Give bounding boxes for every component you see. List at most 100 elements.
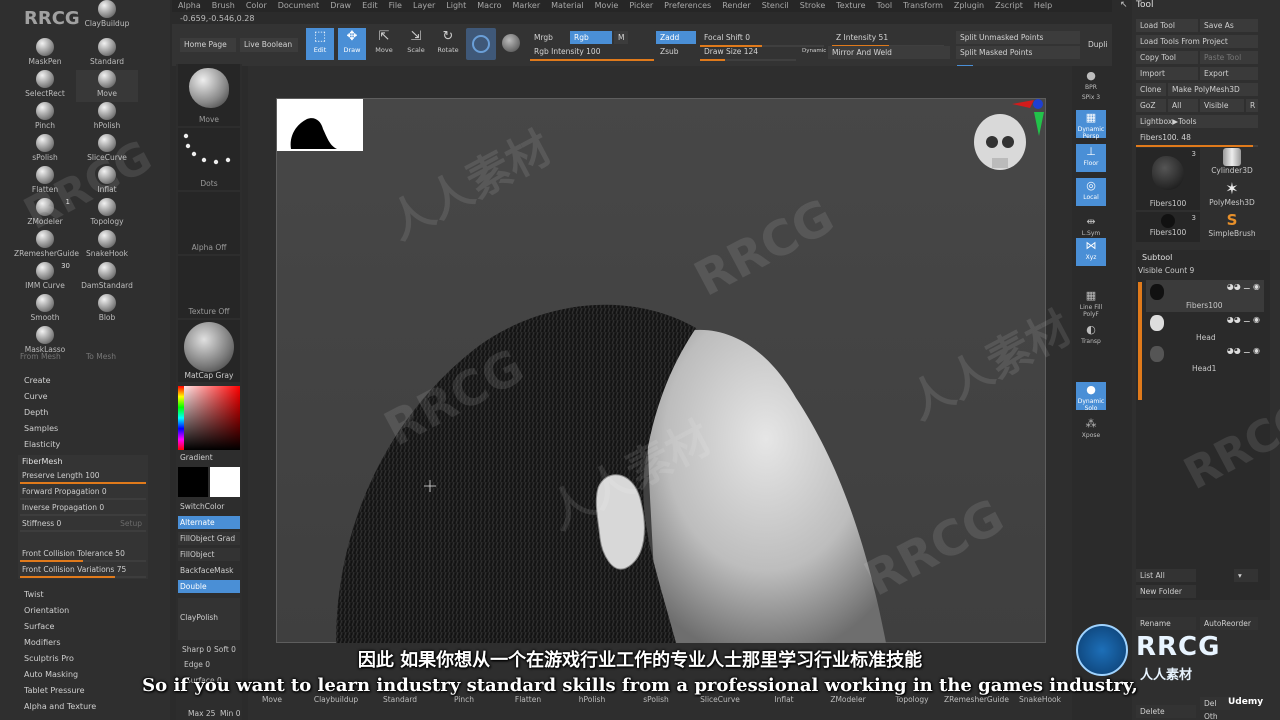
home-page-button[interactable]: Home Page xyxy=(180,38,236,52)
export-button[interactable]: Export xyxy=(1200,67,1258,80)
secondary-color-swatch[interactable] xyxy=(210,467,240,497)
save-as-button[interactable]: Save As xyxy=(1200,19,1258,32)
fibermesh-slider[interactable]: Front Collision Variations 75 xyxy=(18,563,148,579)
goz-button[interactable]: GoZ xyxy=(1136,99,1166,112)
subtool-item-head1[interactable]: ◕◕ ⚊ ◉ Head1 xyxy=(1146,344,1264,374)
load-tool-button[interactable]: Load Tool xyxy=(1136,19,1198,32)
brush-blob[interactable]: Blob xyxy=(76,294,138,326)
menu-item[interactable]: Render xyxy=(716,0,755,12)
switch-color-button[interactable]: SwitchColor xyxy=(178,500,240,513)
rgb-button[interactable]: Rgb xyxy=(570,31,612,44)
tool-thumb-simplebrush[interactable]: S SimpleBrush xyxy=(1204,212,1260,242)
orientation-gizmo[interactable] xyxy=(968,98,1046,178)
draw-button[interactable]: ✥ Draw xyxy=(338,28,366,60)
brush-damstandard[interactable]: DamStandard xyxy=(76,262,138,294)
subtool-item-head[interactable]: ◕◕ ⚊ ◉ Head xyxy=(1146,313,1264,343)
setup-button[interactable]: Setup xyxy=(120,517,142,531)
tool-section-twist[interactable]: Twist xyxy=(18,587,148,603)
import-button[interactable]: Import xyxy=(1136,67,1198,80)
brush-claybuildup[interactable]: ClayBuildup xyxy=(76,0,138,32)
nav-button-line-fill-polyf[interactable]: ▦ Line Fill PolyF xyxy=(1076,288,1106,318)
nav-button-transp[interactable]: ◐ Transp xyxy=(1076,322,1106,350)
menu-item[interactable]: Material xyxy=(545,0,589,12)
r-button[interactable]: R xyxy=(1246,99,1258,112)
fiber-section-elasticity[interactable]: Elasticity xyxy=(18,437,148,453)
brush-maskpen[interactable]: MaskPen xyxy=(14,38,76,70)
nav-button-local[interactable]: ◎ Local xyxy=(1076,178,1106,206)
visible-button[interactable]: Visible xyxy=(1200,99,1244,112)
menu-item[interactable]: Tool xyxy=(871,0,898,12)
menu-item[interactable]: Edit xyxy=(356,0,383,12)
visibility-eye-icon[interactable]: ◕◕ ⚊ ◉ xyxy=(1227,346,1260,355)
dupli-button[interactable]: Dupli xyxy=(1084,38,1112,51)
menu-item[interactable]: Stencil xyxy=(756,0,794,12)
m-button[interactable]: M xyxy=(614,31,628,44)
fibermesh-slider[interactable]: Forward Propagation 0 xyxy=(18,485,148,501)
nav-button-spix-3[interactable]: SPix 3 xyxy=(1076,94,1106,108)
menu-item[interactable]: Light xyxy=(440,0,471,12)
brush-spolish[interactable]: sPolish xyxy=(14,134,76,166)
menu-item[interactable]: Brush xyxy=(206,0,240,12)
menu-item[interactable]: Zscript xyxy=(989,0,1028,12)
mrgb-button[interactable]: Mrgb xyxy=(530,31,566,44)
brush-hpolish[interactable]: hPolish xyxy=(76,102,138,134)
double-button[interactable]: Double xyxy=(178,580,240,593)
nav-button-xpose[interactable]: ⁂ Xpose xyxy=(1076,416,1106,444)
material-thumbnail[interactable]: MatCap Gray xyxy=(178,320,240,382)
visibility-eye-icon[interactable]: ◕◕ ⚊ ◉ xyxy=(1227,315,1260,324)
tool-section-surface[interactable]: Surface xyxy=(18,619,148,635)
edit-button[interactable]: ⬚ Edit xyxy=(306,28,334,60)
draw-size-slider[interactable]: Draw Size 124 xyxy=(700,45,796,61)
paste-tool-button[interactable]: Paste Tool xyxy=(1200,51,1258,64)
load-from-project-button[interactable]: Load Tools From Project xyxy=(1136,35,1258,48)
subtool-item-fibers[interactable]: ◕◕ ⚊ ◉ Fibers100 xyxy=(1146,280,1264,312)
tool-thumb-cylinder[interactable]: Cylinder3D xyxy=(1204,148,1260,178)
color-picker[interactable] xyxy=(178,386,240,450)
list-all-button[interactable]: List All xyxy=(1136,569,1196,582)
brush-move[interactable]: Move xyxy=(76,70,138,102)
rename-button[interactable]: Rename xyxy=(1136,617,1196,630)
tool-section-orientation[interactable]: Orientation xyxy=(18,603,148,619)
brush-thumbnail[interactable]: Move xyxy=(178,64,240,126)
split-masked-button[interactable]: Split Masked Points xyxy=(956,46,1080,59)
menu-item[interactable]: Document xyxy=(272,0,324,12)
fibermesh-slider[interactable]: Preserve Length 100 xyxy=(18,469,148,485)
brush-pinch[interactable]: Pinch xyxy=(14,102,76,134)
all-button[interactable]: All xyxy=(1168,99,1198,112)
menu-item[interactable]: File xyxy=(383,0,407,12)
brush-snakehook[interactable]: SnakeHook xyxy=(76,230,138,262)
auto-reorder-button[interactable]: AutoReorder xyxy=(1200,617,1258,630)
zadd-button[interactable]: Zadd xyxy=(656,31,696,44)
split-unmasked-button[interactable]: Split Unmasked Points xyxy=(956,31,1080,44)
fibermesh-slider[interactable]: Inverse Propagation 0 xyxy=(18,501,148,517)
menu-item[interactable]: Marker xyxy=(506,0,545,12)
alpha-thumbnail[interactable]: Alpha Off xyxy=(178,192,240,254)
subtool-scrollbar[interactable] xyxy=(1138,282,1142,400)
menu-item[interactable]: Draw xyxy=(324,0,356,12)
dynamic-button[interactable]: Dynamic xyxy=(798,45,828,58)
copy-tool-button[interactable]: Copy Tool xyxy=(1136,51,1198,64)
menu-item[interactable]: Preferences xyxy=(658,0,716,12)
sphere-brush-button[interactable] xyxy=(466,28,496,60)
material-swatch-icon[interactable] xyxy=(502,34,520,52)
alternate-button[interactable]: Alternate xyxy=(178,516,240,529)
fibermesh-slider[interactable]: Front Collision Tolerance 50 xyxy=(18,547,148,563)
rotate-button[interactable]: ↻ Rotate xyxy=(434,28,462,60)
brush-smooth[interactable]: Smooth xyxy=(14,294,76,326)
brush-selectrect[interactable]: SelectRect xyxy=(14,70,76,102)
menu-item[interactable]: Macro xyxy=(471,0,506,12)
min-slider[interactable]: Min 0 xyxy=(220,709,240,718)
stroke-thumbnail[interactable]: Dots xyxy=(178,128,240,190)
z-intensity-slider[interactable]: Z Intensity 51 xyxy=(832,31,944,47)
scale-button[interactable]: ⇲ Scale xyxy=(402,28,430,60)
tool-section-alpha-and-texture[interactable]: Alpha and Texture xyxy=(18,699,148,715)
claypolish-button[interactable]: ClayPolish xyxy=(178,598,240,640)
fibermesh-slider[interactable]: Stiffness 0 Setup xyxy=(18,517,148,533)
menu-item[interactable]: Help xyxy=(1028,0,1057,12)
mirror-weld-button[interactable]: Mirror And Weld xyxy=(828,46,950,59)
nav-button-floor[interactable]: ⊥ Floor xyxy=(1076,144,1106,172)
backface-mask-button[interactable]: BackfaceMask xyxy=(178,564,240,577)
menu-item[interactable]: Layer xyxy=(407,0,440,12)
fiber-section-samples[interactable]: Samples xyxy=(18,421,148,437)
fill-object-button[interactable]: FillObject xyxy=(178,548,240,561)
